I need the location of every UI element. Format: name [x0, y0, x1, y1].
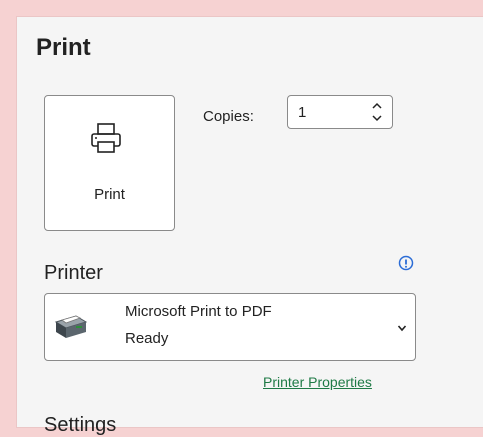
- chevron-down-icon: [397, 325, 407, 332]
- printer-status: Ready: [125, 330, 169, 347]
- info-icon[interactable]: [398, 255, 414, 271]
- print-button-label: Print: [94, 186, 125, 203]
- printer-icon: [91, 123, 121, 153]
- print-panel: Print Print Copies: 1 Printer Microsoft …: [17, 17, 483, 436]
- spin-arrows-icon[interactable]: [370, 100, 384, 124]
- copies-value: 1: [298, 104, 307, 121]
- printer-device-icon: [54, 315, 88, 338]
- settings-section-title: Settings: [44, 414, 117, 436]
- page-title: Print: [36, 34, 91, 61]
- printer-dropdown[interactable]: Microsoft Print to PDF Ready: [44, 293, 416, 361]
- printer-name: Microsoft Print to PDF: [125, 303, 272, 320]
- copies-stepper[interactable]: 1: [287, 95, 393, 129]
- print-button[interactable]: Print: [44, 95, 175, 231]
- printer-properties-link[interactable]: Printer Properties: [263, 374, 372, 390]
- printer-section-title: Printer: [44, 262, 103, 284]
- copies-label: Copies:: [203, 108, 254, 125]
